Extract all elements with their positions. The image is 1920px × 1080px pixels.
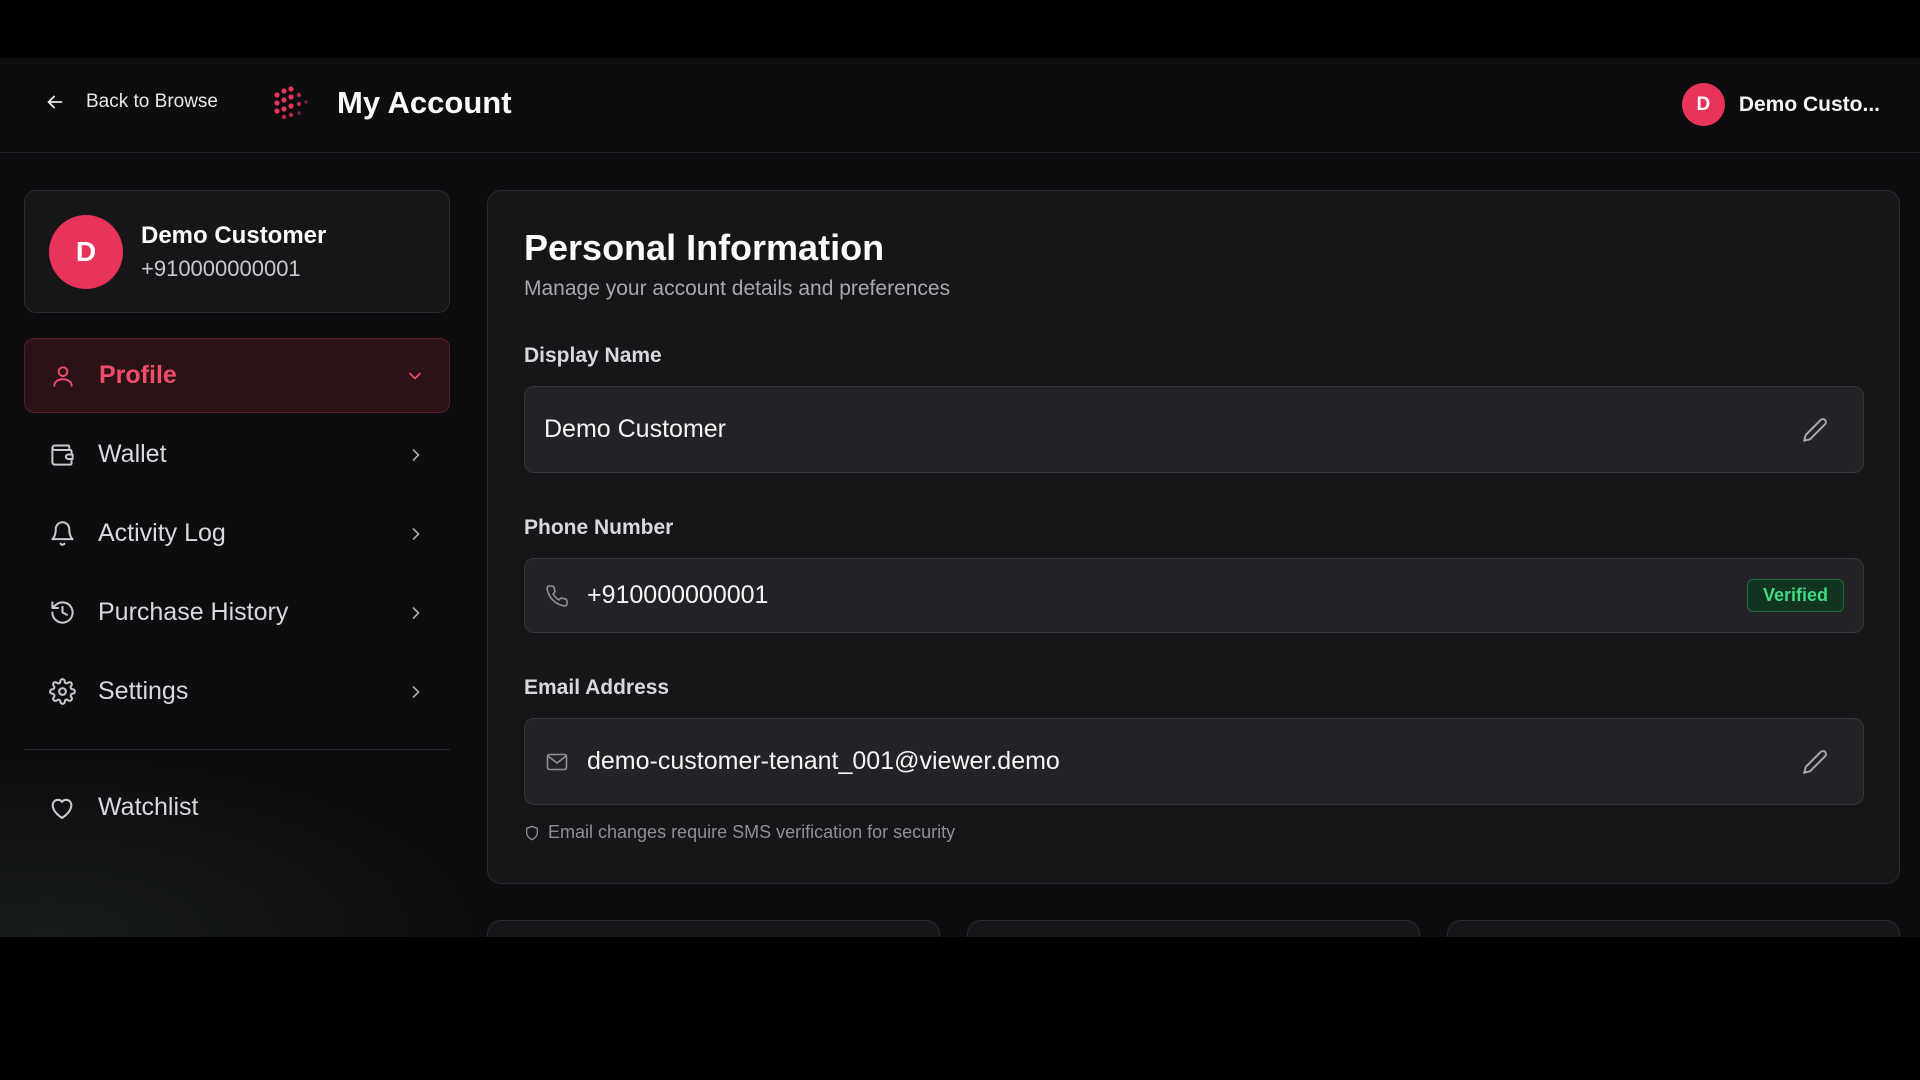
section-title: Personal Information — [524, 227, 885, 268]
sidebar-item-label: Profile — [99, 361, 177, 389]
personal-information-card: Personal Information Manage your account… — [487, 190, 1900, 884]
sidebar-item-label: Watchlist — [98, 793, 199, 821]
sidebar-item-label: Wallet — [98, 440, 167, 468]
pencil-icon — [1803, 750, 1827, 774]
heart-icon — [48, 794, 76, 822]
email-address-value: demo-customer-tenant_001@viewer.demo — [587, 747, 1060, 775]
summary-card — [487, 920, 940, 937]
user-name: Demo Custo... — [1738, 92, 1880, 116]
sidebar-item-settings[interactable]: Settings — [24, 654, 450, 729]
top-bar: Back to Browse My Account D Demo Custo..… — [0, 58, 1920, 153]
arrow-left-icon — [47, 95, 63, 109]
phone-number-label: Phone Number — [524, 516, 674, 539]
chevron-down-icon — [409, 372, 421, 380]
verified-badge: Verified — [1746, 579, 1844, 612]
display-name-field[interactable]: Demo Customer — [524, 386, 1864, 473]
back-to-browse-button[interactable]: Back to Browse — [44, 91, 218, 113]
bell-icon — [48, 520, 76, 548]
profile-summary-card: D Demo Customer +910000000001 — [24, 190, 450, 313]
gear-icon — [48, 678, 76, 706]
user-menu-button[interactable]: D Demo Custo... — [1681, 83, 1880, 126]
sidebar-item-purchase-history[interactable]: Purchase History — [24, 575, 450, 650]
sidebar-nav: Profile Wallet Activity Log Purchase His… — [24, 338, 450, 849]
email-hint: Email changes require SMS verification f… — [524, 822, 955, 843]
phone-icon — [544, 583, 570, 609]
summary-card — [967, 920, 1420, 937]
wallet-icon — [48, 441, 76, 469]
sidebar-item-label: Settings — [98, 677, 189, 705]
sidebar-item-profile[interactable]: Profile — [24, 338, 450, 413]
section-subtitle: Manage your account details and preferen… — [524, 277, 951, 300]
sidebar-item-wallet[interactable]: Wallet — [24, 417, 450, 492]
history-icon — [48, 599, 76, 627]
profile-name: Demo Customer — [141, 221, 327, 249]
sidebar-divider — [24, 749, 450, 750]
mail-icon — [544, 749, 570, 775]
phone-number-field: +910000000001 Verified — [524, 558, 1864, 633]
display-name-value: Demo Customer — [544, 415, 726, 443]
sidebar-item-activity-log[interactable]: Activity Log — [24, 496, 450, 571]
page-title: My Account — [337, 85, 512, 120]
edit-display-name-button[interactable] — [1801, 416, 1829, 444]
phone-number-value: +910000000001 — [587, 581, 769, 609]
email-address-field[interactable]: demo-customer-tenant_001@viewer.demo — [524, 718, 1864, 805]
app-window: Back to Browse My Account D Demo Custo..… — [0, 58, 1920, 937]
avatar: D — [1681, 83, 1725, 126]
chevron-right-icon — [412, 448, 420, 461]
chevron-right-icon — [412, 685, 420, 698]
pencil-icon — [1803, 418, 1827, 442]
shield-icon — [526, 825, 538, 840]
edit-email-button[interactable] — [1801, 748, 1829, 776]
user-icon — [49, 362, 77, 390]
back-to-browse-label: Back to Browse — [86, 91, 218, 112]
sidebar-item-label: Activity Log — [98, 519, 226, 547]
summary-card — [1447, 920, 1900, 937]
sidebar-item-label: Purchase History — [98, 598, 289, 626]
email-address-label: Email Address — [524, 676, 670, 699]
avatar: D — [49, 214, 123, 289]
email-hint-text: Email changes require SMS verification f… — [548, 822, 956, 842]
brand-logo — [274, 86, 308, 120]
chevron-right-icon — [412, 606, 420, 619]
display-name-label: Display Name — [524, 344, 662, 367]
profile-phone: +910000000001 — [141, 255, 301, 281]
sidebar-item-watchlist[interactable]: Watchlist — [24, 770, 450, 845]
chevron-right-icon — [412, 527, 420, 540]
